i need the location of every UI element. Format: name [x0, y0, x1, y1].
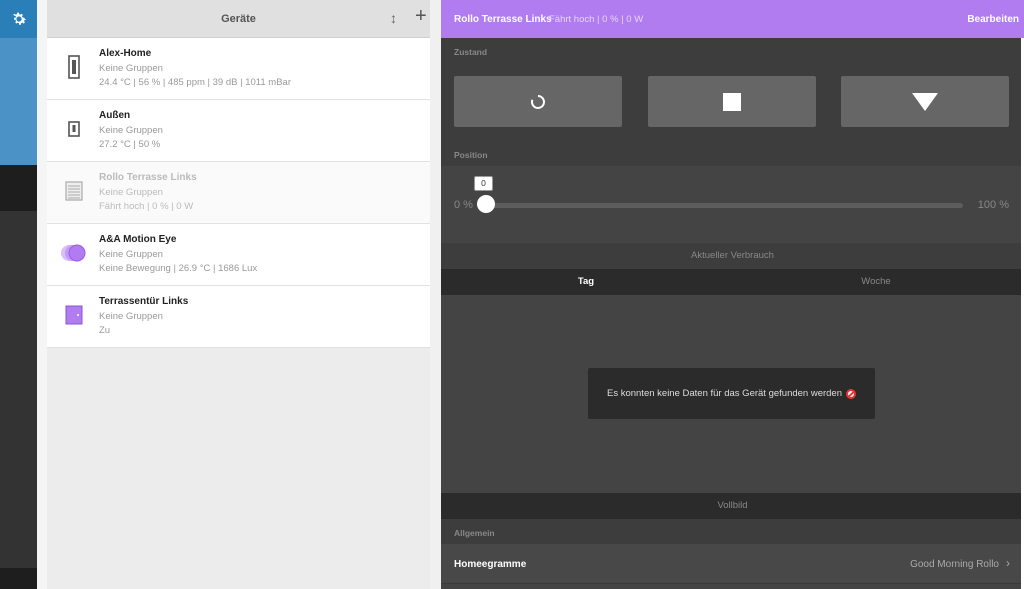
device-status: 27.2 °C | 50 %: [99, 139, 161, 150]
weather-station-icon: [59, 52, 89, 82]
device-name: Alex-Home: [99, 48, 152, 59]
position-label: Position: [454, 150, 488, 160]
door-icon: [59, 300, 89, 330]
position-section: Position: [441, 145, 1024, 166]
consumption-chart: Es konnten keine Daten für das Gerät gef…: [441, 295, 1024, 493]
device-row-aa-motion-eye[interactable]: A&A Motion Eye Keine Gruppen Keine Beweg…: [47, 224, 430, 286]
homegram-value: Good Morning Rollo: [910, 559, 999, 570]
device-name: Terrassentür Links: [99, 296, 189, 307]
device-list: Geräte ↕ + Alex-Home Keine Gruppen 24.4 …: [47, 0, 430, 589]
device-status: Zu: [99, 325, 111, 336]
detail-header: Rollo Terrasse Links Fährt hoch | 0 % | …: [441, 0, 1024, 38]
loading-icon: [530, 94, 545, 109]
sort-vertical-icon[interactable]: ↕: [390, 10, 397, 26]
device-status: 24.4 °C | 56 % | 485 ppm | 39 dB | 1011 …: [99, 77, 291, 88]
no-data-text: Es konnten keine Daten für das Gerät gef…: [606, 388, 842, 399]
position-min-label: 0 %: [454, 199, 473, 211]
fullscreen-button[interactable]: Vollbild: [441, 493, 1024, 519]
nav-gap: [37, 0, 47, 589]
panel-divider: [430, 0, 441, 589]
general-label: Allgemein: [454, 528, 495, 538]
device-detail-panel: Rollo Terrasse Links Fährt hoch | 0 % | …: [441, 0, 1024, 589]
app: Geräte ↕ + Alex-Home Keine Gruppen 24.4 …: [0, 0, 1024, 589]
state-label: Zustand: [454, 47, 488, 57]
device-name: Außen: [99, 110, 131, 121]
list-title: Geräte: [221, 13, 256, 25]
device-status: Keine Bewegung | 26.9 °C | 1686 Lux: [99, 263, 258, 274]
nav-item-devices[interactable]: [0, 38, 37, 165]
position-max-label: 100 %: [977, 199, 1009, 211]
no-entry-icon: [846, 388, 856, 399]
homegram-label: Homeegramme: [454, 559, 527, 570]
nav-footer: [0, 568, 37, 589]
no-data-message: Es konnten keine Daten für das Gerät gef…: [588, 368, 875, 419]
device-group: Keine Gruppen: [99, 311, 163, 322]
general-section: Allgemein: [441, 519, 1024, 544]
device-status: Fährt hoch | 0 % | 0 W: [99, 201, 194, 212]
device-row-terrassentuer-links[interactable]: Terrassentür Links Keine Gruppen Zu: [47, 286, 430, 348]
motion-sensor-icon: [59, 238, 89, 268]
device-name: Rollo Terrasse Links: [99, 172, 197, 183]
position-tooltip: 0: [474, 176, 493, 191]
stop-icon: [723, 92, 741, 111]
chevron-right-icon: ›: [1006, 556, 1010, 570]
device-row-alex-home[interactable]: Alex-Home Keine Gruppen 24.4 °C | 56 % |…: [47, 38, 430, 100]
device-group: Keine Gruppen: [99, 249, 163, 260]
device-group: Keine Gruppen: [99, 187, 163, 198]
up-button[interactable]: [454, 76, 622, 127]
position-slider-thumb[interactable]: [477, 195, 495, 213]
nav-sidebar: [0, 0, 37, 589]
position-slider-track[interactable]: [486, 203, 963, 208]
settings-button[interactable]: [0, 0, 37, 38]
device-row-aussen[interactable]: Außen Keine Gruppen 27.2 °C | 50 %: [47, 100, 430, 162]
outdoor-sensor-icon: [59, 114, 89, 144]
tab-week[interactable]: Woche: [731, 269, 1021, 295]
stop-button[interactable]: [648, 76, 816, 127]
device-name: A&A Motion Eye: [99, 234, 177, 245]
consumption-header: Aktueller Verbrauch: [441, 243, 1024, 269]
down-button[interactable]: [841, 76, 1009, 127]
detail-title: Rollo Terrasse Links: [454, 14, 552, 25]
tab-day[interactable]: Tag: [441, 269, 731, 295]
down-icon: [912, 92, 938, 111]
detail-subtitle: Fährt hoch | 0 % | 0 W: [549, 14, 644, 25]
list-header: Geräte ↕ +: [47, 0, 430, 38]
consumption-tabs: Tag Woche: [441, 269, 1024, 295]
add-device-button[interactable]: +: [415, 5, 427, 28]
homegram-row[interactable]: Homeegramme Good Morning Rollo ›: [441, 544, 1024, 584]
shutter-icon: [59, 176, 89, 206]
device-group: Keine Gruppen: [99, 63, 163, 74]
gear-icon: [12, 12, 26, 25]
device-group: Keine Gruppen: [99, 125, 163, 136]
device-row-rollo-terrasse-links[interactable]: Rollo Terrasse Links Keine Gruppen Fährt…: [47, 162, 430, 224]
position-slider-area: 0 % 0 100 %: [441, 166, 1024, 243]
nav-item[interactable]: [0, 165, 37, 211]
edit-button[interactable]: Bearbeiten: [967, 14, 1019, 25]
